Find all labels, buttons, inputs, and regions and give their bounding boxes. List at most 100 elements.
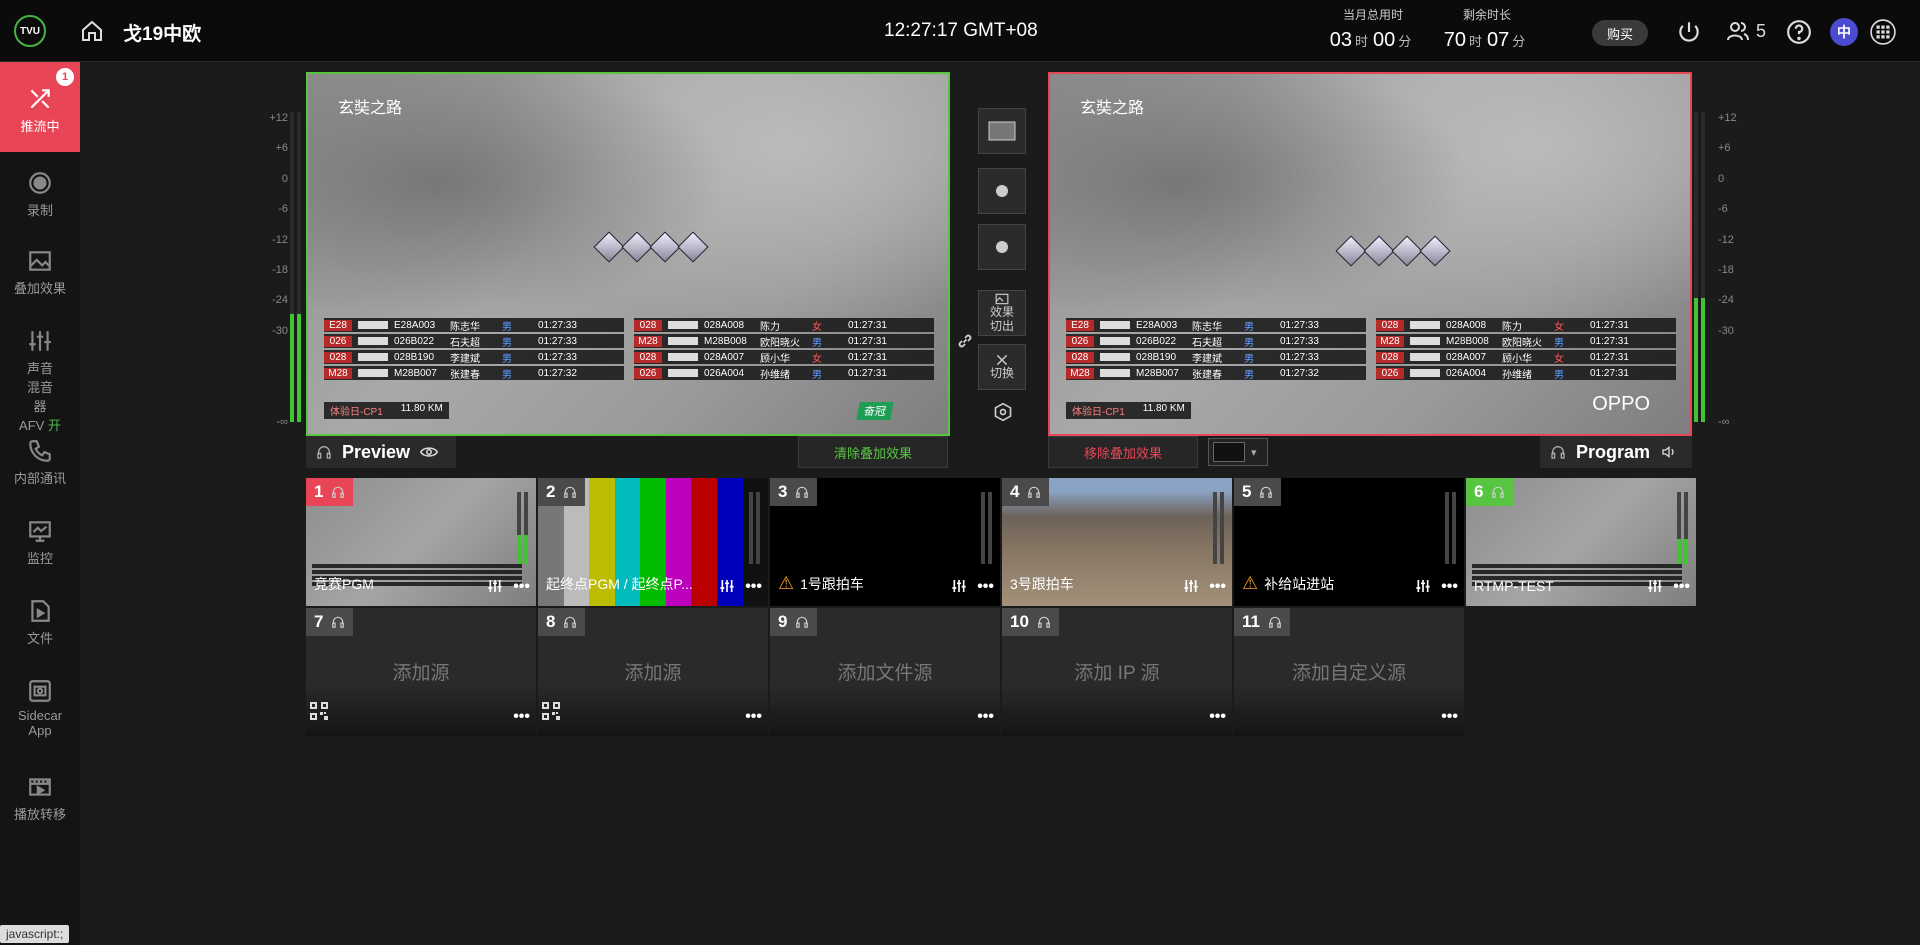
- link-icon[interactable]: [956, 332, 974, 355]
- preview-label-bar[interactable]: Preview: [306, 436, 456, 468]
- runner-name: 陈力: [1502, 321, 1522, 333]
- buy-button[interactable]: 购买: [1592, 20, 1648, 46]
- speaker-icon[interactable]: [1660, 444, 1678, 460]
- language-switch[interactable]: 中: [1830, 18, 1858, 46]
- sidebar-item-playback-transfer[interactable]: 播放转移: [0, 756, 80, 836]
- help-icon[interactable]: [1786, 19, 1812, 45]
- more-options-icon[interactable]: •••: [513, 708, 530, 726]
- mixer-sliders-icon[interactable]: [951, 578, 967, 594]
- preview-monitor[interactable]: 玄奘之路 E28 E28A003 陈志华男 01:27:33 028 028A008 陈力女…: [306, 72, 950, 436]
- home-icon[interactable]: [80, 19, 104, 43]
- sidebar-item-overlay[interactable]: 叠加效果: [0, 230, 80, 310]
- more-options-icon[interactable]: •••: [1441, 708, 1458, 726]
- headphones-icon[interactable]: [1491, 485, 1505, 499]
- headphones-icon[interactable]: [331, 615, 345, 629]
- source-tile-5[interactable]: 5 ⚠ 补给站进站 •••: [1234, 478, 1464, 606]
- source-name: 起终点PGM / 起终点P...: [546, 576, 693, 592]
- headphones-icon[interactable]: [563, 615, 577, 629]
- apps-grid-icon[interactable]: [1870, 19, 1896, 45]
- layout-full-button[interactable]: [978, 108, 1026, 154]
- more-options-icon[interactable]: •••: [1209, 578, 1226, 596]
- layout-pip-small-button[interactable]: [978, 224, 1026, 270]
- more-options-icon[interactable]: •••: [513, 578, 530, 596]
- source-number: 8: [538, 608, 586, 636]
- meter-tick-label: 0: [281, 172, 288, 185]
- overlay-select[interactable]: ▾: [1208, 438, 1268, 466]
- more-options-icon[interactable]: •••: [1209, 708, 1226, 726]
- mixer-sliders-icon[interactable]: [487, 578, 503, 594]
- switch-button[interactable]: 切换: [978, 344, 1026, 390]
- layout-pip-button[interactable]: [978, 168, 1026, 214]
- headphones-icon[interactable]: [1027, 485, 1041, 499]
- headphones-icon[interactable]: [1259, 485, 1273, 499]
- source-tile-10[interactable]: 10 添加 IP 源 •••: [1002, 608, 1232, 736]
- qr-code-icon[interactable]: [542, 702, 560, 720]
- more-options-icon[interactable]: •••: [1441, 578, 1458, 596]
- runner-id: 028B190: [1136, 351, 1177, 363]
- runner-sex: 男: [502, 353, 512, 365]
- result-row: M28 M28B007 张建春 男 01:27:32 026 026A004 孙维绪 男 01:2…: [1066, 366, 1676, 381]
- runner-sex: 女: [1554, 321, 1564, 333]
- mixer-sliders-icon[interactable]: [1183, 578, 1199, 594]
- effect-cut-button[interactable]: 效果切出: [978, 290, 1026, 336]
- headphones-icon[interactable]: [795, 485, 809, 499]
- more-options-icon[interactable]: •••: [745, 708, 762, 726]
- record-icon: [29, 172, 51, 194]
- sidebar-item-files[interactable]: 文件: [0, 580, 80, 660]
- headphones-icon[interactable]: [331, 485, 345, 499]
- headphones-icon[interactable]: [795, 615, 809, 629]
- team-flag: [358, 337, 388, 345]
- headphones-icon[interactable]: [563, 485, 577, 499]
- source-tile-3[interactable]: 3 ⚠ 1号跟拍车 •••: [770, 478, 1000, 606]
- runner-time: 01:27:33: [1280, 351, 1319, 363]
- remove-effect-button[interactable]: 移除叠加效果: [1048, 436, 1198, 468]
- clear-effect-button[interactable]: 清除叠加效果: [798, 436, 948, 468]
- users-indicator[interactable]: 5: [1726, 20, 1766, 42]
- program-label-bar[interactable]: Program: [1540, 436, 1692, 468]
- add-source-label[interactable]: 添加自定义源: [1234, 658, 1464, 685]
- more-options-icon[interactable]: •••: [1673, 578, 1690, 596]
- source-tile-9[interactable]: 9 添加文件源 •••: [770, 608, 1000, 736]
- headphones-icon[interactable]: [1268, 615, 1282, 629]
- eye-icon[interactable]: [420, 445, 439, 459]
- source-tile-7[interactable]: 7 添加源 •••: [306, 608, 536, 736]
- source-tile-2[interactable]: 2 起终点PGM / 起终点P... •••: [538, 478, 768, 606]
- sidebar-item-monitor[interactable]: 监控: [0, 500, 80, 580]
- headphones-icon[interactable]: [1037, 615, 1051, 629]
- runner-name: 顾小华: [760, 353, 790, 365]
- effect-cut-label: 效果切出: [989, 305, 1014, 333]
- settings-hex-icon[interactable]: [993, 402, 1013, 422]
- source-tile-11[interactable]: 11 添加自定义源 •••: [1234, 608, 1464, 736]
- sidebar-item-record[interactable]: 录制: [0, 152, 80, 230]
- meter-tick-label: +12: [269, 112, 288, 124]
- source-tile-8[interactable]: 8 添加源 •••: [538, 608, 768, 736]
- headphones-icon[interactable]: [316, 444, 332, 460]
- qr-code-icon[interactable]: [310, 702, 328, 720]
- program-audio-meter: [1694, 112, 1706, 422]
- sidebar-item-audio-mixer[interactable]: 声音混音器 AFV 开: [0, 310, 80, 433]
- add-source-label[interactable]: 添加源: [538, 658, 768, 685]
- mixer-sliders-icon[interactable]: [1415, 578, 1431, 594]
- add-source-label[interactable]: 添加源: [306, 658, 536, 685]
- source-tile-1[interactable]: 1 竞赛PGM •••: [306, 478, 536, 606]
- tvu-logo[interactable]: TVU: [14, 15, 46, 47]
- sidebar-item-intercom[interactable]: 内部通讯: [0, 420, 80, 500]
- add-source-label[interactable]: 添加 IP 源: [1002, 658, 1232, 685]
- more-options-icon[interactable]: •••: [977, 708, 994, 726]
- sidebar-item-label: 推流中: [20, 119, 60, 134]
- mixer-sliders-icon[interactable]: [719, 578, 735, 594]
- result-row: 026 026B022 石夫超男 01:27:33 M28 M28B008 欧阳晓火男 01:…: [1066, 334, 1676, 349]
- sidebar-item-sidecar-app[interactable]: Sidecar App: [0, 660, 80, 756]
- mixer-sliders-icon[interactable]: [1647, 578, 1663, 594]
- add-source-label[interactable]: 添加文件源: [770, 658, 1000, 685]
- power-icon[interactable]: [1676, 19, 1702, 45]
- source-tile-6[interactable]: 6 RTMP-TEST •••: [1466, 478, 1696, 606]
- runner-id: 026A004: [1446, 367, 1487, 379]
- status-tooltip: javascript:;: [0, 925, 70, 943]
- more-options-icon[interactable]: •••: [745, 578, 762, 596]
- sidebar-item-streaming[interactable]: 1 推流中: [0, 62, 80, 152]
- source-tile-4[interactable]: 4 3号跟拍车 •••: [1002, 478, 1232, 606]
- program-monitor[interactable]: 玄奘之路 E28 E28A003 陈志华男 01:27:33 028 028A008 陈力女…: [1048, 72, 1692, 436]
- headphones-icon[interactable]: [1550, 444, 1566, 460]
- more-options-icon[interactable]: •••: [977, 578, 994, 596]
